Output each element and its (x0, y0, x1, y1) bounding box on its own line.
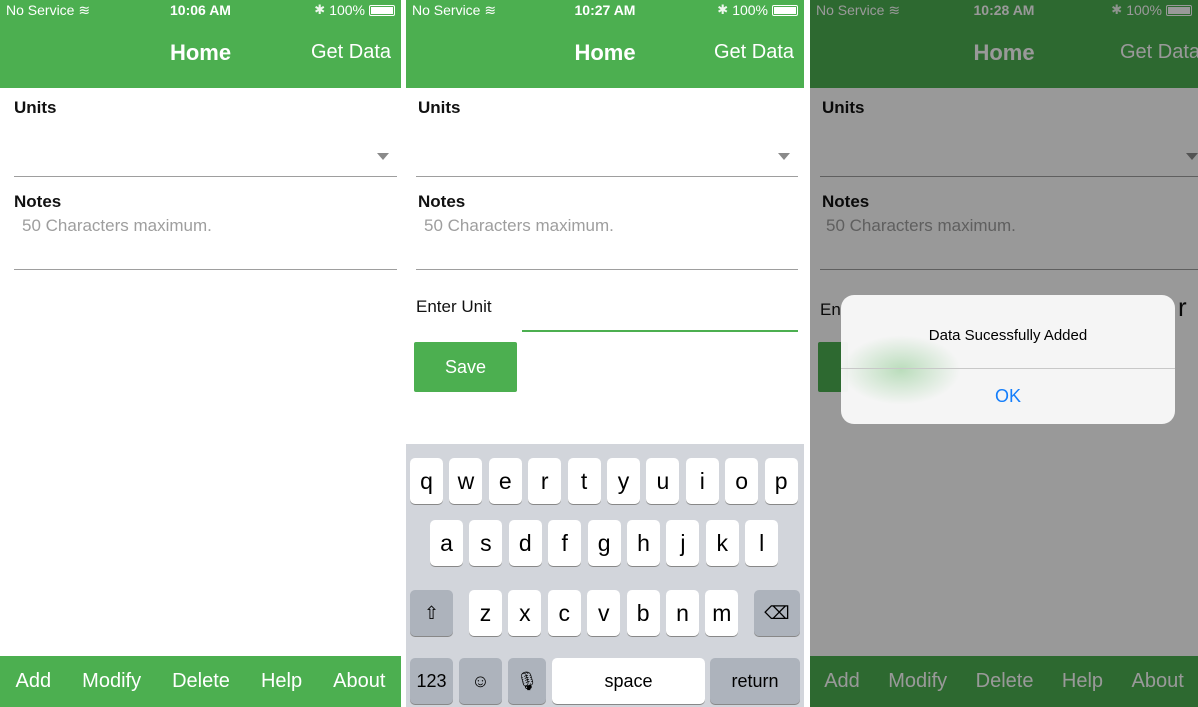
units-select[interactable] (14, 133, 397, 177)
dropdown-caret-icon (377, 153, 389, 160)
key-p[interactable]: p (764, 458, 798, 504)
key-a[interactable]: a (430, 520, 463, 566)
keyboard-row-1: qwertyuiop (406, 458, 804, 504)
battery-icon (369, 4, 395, 16)
dropdown-caret-icon (778, 153, 790, 160)
key-y[interactable]: y (607, 458, 640, 504)
tab-about[interactable]: About (327, 670, 391, 693)
key-x[interactable]: x (508, 590, 542, 636)
key-v[interactable]: v (587, 590, 621, 636)
microphone-icon: 🎙 (515, 670, 539, 691)
get-data-button[interactable]: Get Data (714, 41, 794, 64)
phone-screen-1: No Service ≋ 10:06 AM ✱ 100% Home Get Dat… (0, 0, 401, 707)
key-g[interactable]: g (587, 520, 621, 566)
key-w[interactable]: w (449, 458, 483, 504)
space-key[interactable]: space (552, 658, 705, 704)
keyboard-row-2: asdfghjkl (406, 520, 804, 566)
numbers-key[interactable]: 123 (410, 658, 453, 704)
emoji-icon: ☺ (471, 670, 490, 691)
units-label: Units (14, 98, 57, 117)
key-z[interactable]: z (469, 590, 502, 636)
battery-indicator: ✱ 100% (717, 2, 798, 18)
notes-input[interactable]: 50 Characters maximum. (22, 216, 212, 236)
key-q[interactable]: q (410, 458, 443, 504)
key-f[interactable]: f (548, 520, 582, 566)
shift-key[interactable]: ⇧ (410, 590, 453, 636)
tab-modify[interactable]: Modify (76, 670, 147, 693)
key-b[interactable]: b (626, 590, 660, 636)
key-s[interactable]: s (469, 520, 503, 566)
key-l[interactable]: l (745, 520, 779, 566)
status-bar: No Service ≋ 10:27 AM ✱ 100% (406, 0, 804, 20)
tab-add[interactable]: Add (10, 670, 58, 693)
key-t[interactable]: t (567, 458, 601, 504)
alert-ok-button[interactable]: OK (841, 368, 1175, 424)
key-i[interactable]: i (685, 458, 719, 504)
backspace-key[interactable]: ⌫ (754, 590, 800, 636)
dictation-key[interactable]: 🎙 (508, 658, 546, 704)
bluetooth-icon: ✱ (717, 2, 729, 17)
screenshot-stage: No Service ≋ 10:06 AM ✱ 100% Home Get Dat… (0, 0, 1198, 707)
notes-underline (14, 269, 397, 270)
navigation-bar: Home Get Data (406, 20, 804, 88)
keyboard-row-3: ⇧ zxcvbnm ⌫ (406, 590, 804, 636)
phone-screen-3: No Service ≋ 10:28 AM ✱ 100% Home Get Dat… (810, 0, 1198, 707)
key-j[interactable]: j (666, 520, 700, 566)
key-k[interactable]: k (705, 520, 739, 566)
key-u[interactable]: u (646, 458, 680, 504)
notes-input[interactable]: 50 Characters maximum. (424, 216, 614, 236)
key-r[interactable]: r (528, 458, 562, 504)
tab-help[interactable]: Help (255, 670, 308, 693)
key-e[interactable]: e (488, 458, 522, 504)
units-label: Units (418, 98, 461, 117)
backspace-icon: ⌫ (764, 602, 790, 623)
save-button[interactable]: Save (414, 342, 517, 392)
key-o[interactable]: o (725, 458, 759, 504)
get-data-button[interactable]: Get Data (311, 41, 391, 64)
enter-unit-input[interactable] (522, 304, 798, 332)
phone-screen-2: No Service ≋ 10:27 AM ✱ 100% Home Get Dat… (406, 0, 804, 707)
key-m[interactable]: m (705, 590, 739, 636)
notes-underline (416, 269, 798, 270)
shift-icon: ⇧ (423, 602, 440, 623)
battery-icon (772, 4, 798, 16)
enter-unit-label: Enter Unit (416, 297, 492, 316)
ios-keyboard: qwertyuiop asdfghjkl ⇧ zxcvbnm ⌫ 123 ☺ 🎙… (406, 444, 804, 707)
units-select[interactable] (416, 133, 798, 177)
emoji-key[interactable]: ☺ (459, 658, 502, 704)
bluetooth-icon: ✱ (314, 2, 326, 17)
status-bar: No Service ≋ 10:06 AM ✱ 100% (0, 0, 401, 20)
key-c[interactable]: c (547, 590, 581, 636)
key-d[interactable]: d (508, 520, 542, 566)
battery-indicator: ✱ 100% (314, 2, 395, 18)
key-h[interactable]: h (627, 520, 660, 566)
return-key[interactable]: return (710, 658, 800, 704)
key-n[interactable]: n (666, 590, 699, 636)
keyboard-row-4: 123 ☺ 🎙 space return (406, 658, 804, 704)
bottom-tab-bar: Add Modify Delete Help About (0, 656, 401, 707)
tab-delete[interactable]: Delete (166, 670, 236, 693)
navigation-bar: Home Get Data (0, 20, 401, 88)
notes-label: Notes (418, 192, 466, 211)
alert-message: Data Sucessfully Added (928, 327, 1088, 344)
notes-label: Notes (14, 192, 62, 211)
alert-dialog: Data Sucessfully Added OK (841, 295, 1175, 424)
